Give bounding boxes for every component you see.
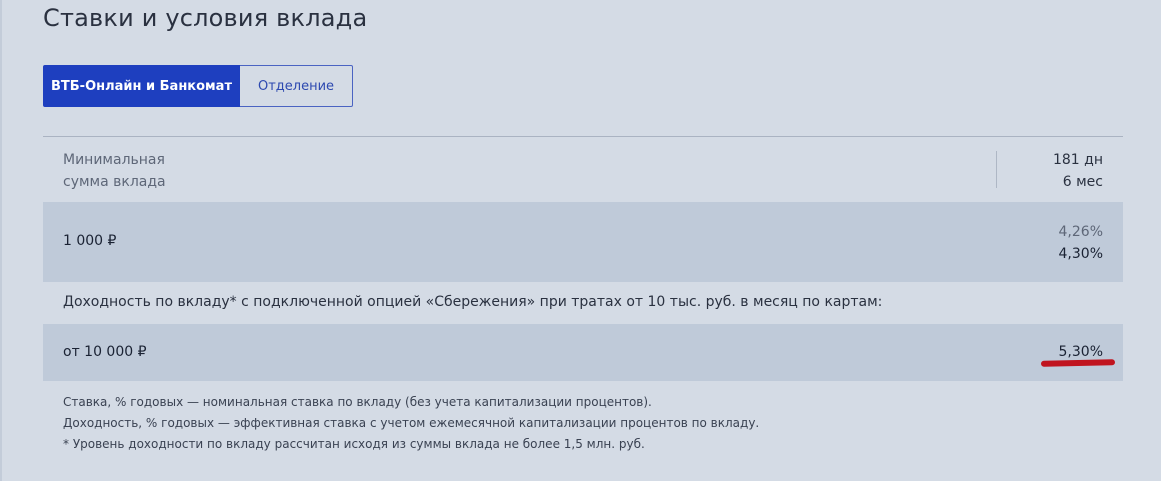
footnote-limit: * Уровень доходности по вкладу рассчитан…: [63, 437, 645, 451]
term-days: 181 дн: [1052, 152, 1103, 168]
savings-option-note: Доходность по вкладу* с подключенной опц…: [63, 294, 883, 310]
header-column-divider: [996, 151, 997, 188]
option-row-rate: 5,30%: [1058, 344, 1103, 360]
rate-effective: 4,30%: [1058, 246, 1103, 262]
term-header: 181 дн 6 мес: [1053, 149, 1103, 193]
red-underline-annotation: [1040, 359, 1116, 367]
footnotes: Ставка, % годовых — номинальная ставка п…: [63, 392, 759, 455]
table-row: от 10 000 ₽ 5,30%: [43, 324, 1123, 381]
option-row-amount: от 10 000 ₽: [63, 344, 147, 360]
footnote-rate: Ставка, % годовых — номинальная ставка п…: [63, 395, 652, 409]
left-edge-divider: [0, 0, 2, 481]
table-row: 1 000 ₽ 4,26% 4,30%: [43, 202, 1123, 282]
min-amount-header: Минимальная сумма вклада: [63, 149, 263, 193]
row-rates: 4,26% 4,30%: [1059, 221, 1103, 265]
footnote-yield: Доходность, % годовых — эффективная став…: [63, 416, 760, 430]
table-header-row: Минимальная сумма вклада 181 дн 6 мес: [43, 137, 1123, 202]
term-months: 6 мес: [1062, 174, 1103, 190]
page-title: Ставки и условия вклада: [43, 4, 368, 32]
tab-branch[interactable]: Отделение: [240, 65, 353, 107]
min-amount-header-line2: сумма вклада: [63, 174, 166, 190]
rate-nominal: 4,26%: [1058, 224, 1103, 240]
min-amount-header-line1: Минимальная: [63, 152, 165, 168]
tab-vtb-online-atm[interactable]: ВТБ-Онлайн и Банкомат: [43, 65, 240, 107]
row-amount: 1 000 ₽: [63, 233, 117, 249]
channel-tabs: ВТБ-Онлайн и Банкомат Отделение: [43, 65, 353, 107]
